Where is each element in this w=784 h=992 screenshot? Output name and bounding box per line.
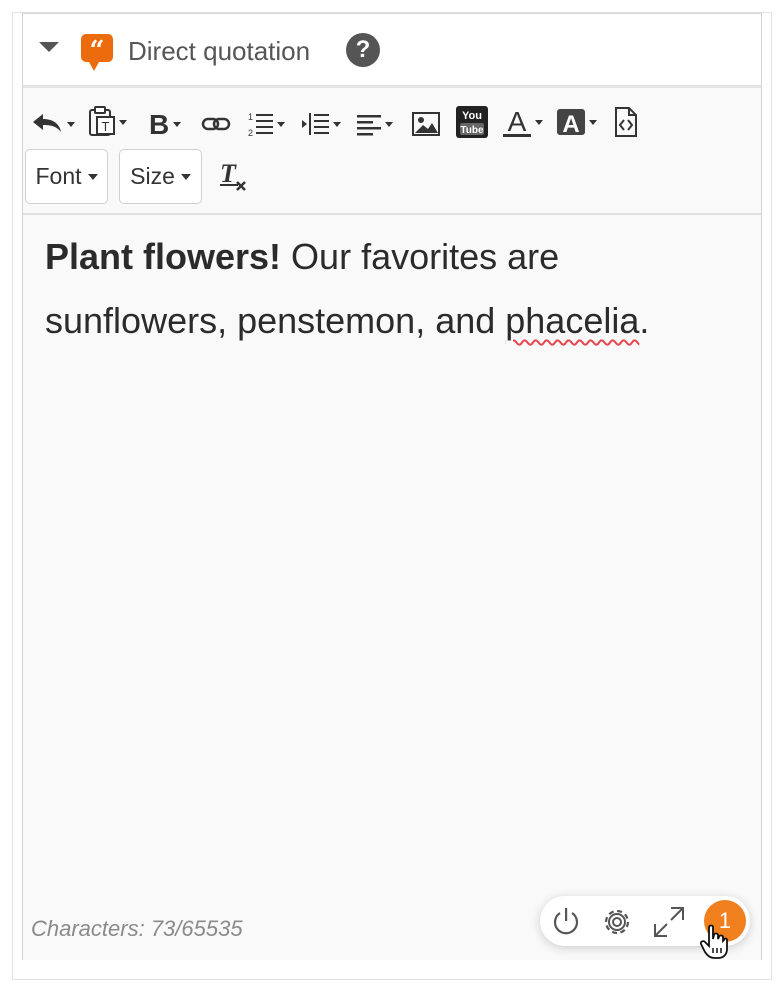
gear-icon[interactable] bbox=[600, 905, 634, 939]
bold-button[interactable]: B bbox=[147, 106, 181, 142]
svg-text:A: A bbox=[508, 106, 527, 137]
editor-toolbar: T B 1 2 You Tube A A Font Size T bbox=[23, 88, 761, 215]
youtube-icon: You Tube bbox=[456, 106, 488, 138]
svg-text:T: T bbox=[102, 119, 110, 134]
bold-text: Plant flowers! bbox=[45, 236, 282, 277]
section-title: Direct quotation bbox=[128, 36, 311, 66]
link-icon bbox=[201, 117, 231, 131]
image-icon bbox=[412, 112, 440, 136]
dropdown-arrow-icon bbox=[535, 119, 543, 125]
numbered-list-button[interactable]: 1 2 bbox=[247, 106, 285, 142]
insert-image-button[interactable] bbox=[411, 106, 441, 142]
character-counter: Characters: 73/65535 bbox=[31, 916, 243, 941]
quote-icon: “ bbox=[81, 34, 113, 71]
size-select[interactable]: Size bbox=[119, 149, 202, 204]
size-select-label: Size bbox=[130, 163, 175, 189]
help-icon[interactable]: ? bbox=[346, 33, 380, 67]
undo-button[interactable] bbox=[31, 106, 75, 142]
paste-button[interactable]: T bbox=[87, 104, 127, 140]
numbered-list-icon: 1 2 bbox=[248, 112, 273, 138]
editor-content[interactable]: Plant flowers! Our favorites are sunflow… bbox=[45, 225, 735, 353]
font-select-label: Font bbox=[35, 163, 82, 189]
rich-text-editor[interactable]: T B 1 2 You Tube A A Font Size T Plant f… bbox=[22, 88, 762, 960]
dropdown-arrow-icon bbox=[385, 121, 393, 127]
dropdown-arrow-icon bbox=[67, 121, 75, 127]
remove-format-button[interactable]: T bbox=[217, 158, 249, 194]
svg-text:B: B bbox=[149, 110, 169, 138]
indent-icon bbox=[302, 113, 329, 135]
grammar-widget: 1 bbox=[540, 896, 750, 959]
svg-text:1: 1 bbox=[248, 112, 253, 122]
bold-icon: B bbox=[149, 110, 169, 138]
insert-youtube-button[interactable]: You Tube bbox=[455, 104, 489, 140]
dropdown-arrow-icon bbox=[277, 121, 285, 127]
background-color-icon: A bbox=[557, 109, 585, 138]
svg-text:T: T bbox=[220, 160, 237, 188]
dropdown-arrow-icon bbox=[173, 121, 181, 127]
align-button[interactable] bbox=[355, 106, 393, 142]
pointer-hand-icon bbox=[700, 924, 728, 959]
source-code-icon bbox=[615, 107, 637, 137]
link-button[interactable] bbox=[201, 106, 231, 142]
section-header: “ Direct quotation ? bbox=[22, 13, 762, 88]
dropdown-arrow-icon bbox=[119, 119, 127, 125]
chevron-down-icon bbox=[87, 173, 98, 180]
svg-text:You: You bbox=[462, 110, 482, 122]
svg-text:A: A bbox=[562, 111, 579, 138]
content-punctuation: . bbox=[639, 300, 650, 341]
collapse-caret-icon[interactable] bbox=[39, 42, 59, 52]
dropdown-arrow-icon bbox=[333, 121, 341, 127]
power-icon[interactable] bbox=[550, 905, 582, 937]
background-color-button[interactable]: A bbox=[555, 104, 597, 140]
source-code-button[interactable] bbox=[613, 104, 639, 140]
remove-format-icon: T bbox=[220, 160, 246, 191]
svg-text:Tube: Tube bbox=[460, 125, 484, 136]
indent-button[interactable] bbox=[301, 106, 341, 142]
misspelled-word[interactable]: phacelia bbox=[505, 300, 639, 341]
svg-text:2: 2 bbox=[248, 128, 253, 138]
align-left-icon bbox=[357, 115, 381, 136]
text-color-icon: A bbox=[503, 106, 531, 137]
text-color-button[interactable]: A bbox=[501, 104, 543, 140]
dropdown-arrow-icon bbox=[589, 119, 597, 125]
chevron-down-icon bbox=[180, 173, 191, 180]
font-select[interactable]: Font bbox=[25, 149, 108, 204]
paste-text-icon: T bbox=[89, 106, 115, 136]
undo-icon bbox=[33, 114, 61, 132]
expand-icon[interactable] bbox=[652, 905, 686, 939]
